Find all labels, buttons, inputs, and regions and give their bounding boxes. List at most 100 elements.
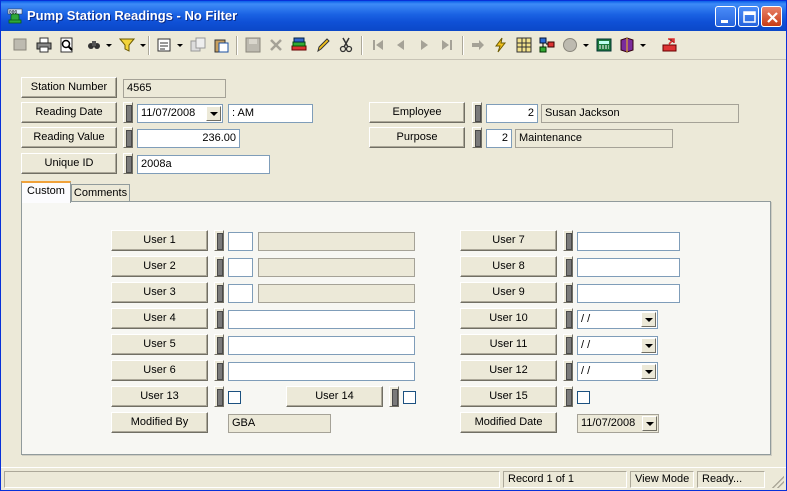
first-record-button[interactable]	[367, 35, 389, 56]
calculator-button[interactable]	[593, 35, 615, 56]
purpose-id-field[interactable]: 2	[486, 129, 512, 148]
help-button[interactable]	[616, 35, 638, 56]
user-4-field[interactable]	[228, 310, 415, 329]
filter-dropdown[interactable]	[138, 35, 147, 56]
run-button[interactable]	[490, 35, 512, 56]
title-bar[interactable]: 000 Pump Station Readings - No Filter	[1, 1, 786, 31]
chevron-down-icon[interactable]	[641, 338, 656, 353]
reading-date-button[interactable]: Reading Date	[21, 102, 117, 123]
new-record-button[interactable]	[9, 35, 31, 56]
reading-time-field[interactable]: : AM	[228, 104, 313, 123]
modified-by-button[interactable]: Modified By	[111, 412, 208, 433]
hierarchy-icon	[539, 37, 555, 53]
chevron-down-icon[interactable]	[641, 364, 656, 379]
unique-id-field[interactable]: 2008a	[137, 155, 270, 174]
user-10-date-combo[interactable]: / /	[577, 310, 658, 329]
web-dropdown[interactable]	[581, 35, 590, 56]
hierarchy-button[interactable]	[536, 35, 558, 56]
minimize-button[interactable]	[715, 6, 736, 27]
user-10-button[interactable]: User 10	[460, 308, 557, 329]
user-15-checkbox[interactable]	[577, 391, 590, 404]
save-button[interactable]	[242, 35, 264, 56]
user-8-button[interactable]: User 8	[460, 256, 557, 277]
user-13-button[interactable]: User 13	[111, 386, 208, 407]
form-icon	[157, 38, 171, 52]
user-11-button[interactable]: User 11	[460, 334, 557, 355]
copy-button[interactable]	[187, 35, 209, 56]
reading-value-field[interactable]: 236.00	[137, 129, 240, 148]
purpose-name-field: Maintenance	[515, 129, 673, 148]
field-indicator	[472, 102, 482, 123]
close-button[interactable]	[761, 6, 782, 27]
web-button[interactable]	[559, 35, 581, 56]
exit-button[interactable]	[659, 35, 681, 56]
go-to-button[interactable]	[467, 35, 489, 56]
paste-button[interactable]	[210, 35, 232, 56]
previous-record-button[interactable]	[390, 35, 412, 56]
user-2-button[interactable]: User 2	[111, 256, 208, 277]
field-indicator	[214, 308, 224, 329]
user-13-checkbox[interactable]	[228, 391, 241, 404]
edit-button[interactable]	[312, 35, 334, 56]
find-dropdown[interactable]	[104, 35, 113, 56]
employee-button[interactable]: Employee	[369, 102, 465, 123]
maximize-icon	[743, 11, 756, 23]
user-7-field[interactable]	[577, 232, 680, 251]
find-button[interactable]	[83, 35, 105, 56]
print-button[interactable]	[33, 35, 55, 56]
modified-date-button[interactable]: Modified Date	[460, 412, 557, 433]
user-7-button[interactable]: User 7	[460, 230, 557, 251]
status-bar: Record 1 of 1 View Mode Ready...	[1, 467, 786, 490]
books-button[interactable]	[288, 35, 310, 56]
form-view-button[interactable]	[153, 35, 175, 56]
user-4-button[interactable]: User 4	[111, 308, 208, 329]
field-indicator	[214, 256, 224, 277]
unique-id-button[interactable]: Unique ID	[21, 153, 117, 174]
user-14-checkbox[interactable]	[403, 391, 416, 404]
user-12-date-combo[interactable]: / /	[577, 362, 658, 381]
user-15-button[interactable]: User 15	[460, 386, 557, 407]
field-indicator	[563, 230, 573, 251]
help-dropdown[interactable]	[638, 35, 647, 56]
last-record-button[interactable]	[436, 35, 458, 56]
status-state: Ready...	[697, 471, 765, 488]
user-12-button[interactable]: User 12	[460, 360, 557, 381]
reading-value-button[interactable]: Reading Value	[21, 127, 117, 148]
user-14-button[interactable]: User 14	[286, 386, 383, 407]
user-9-field[interactable]	[577, 284, 680, 303]
user-8-field[interactable]	[577, 258, 680, 277]
copy-icon	[190, 37, 206, 52]
purpose-button[interactable]: Purpose	[369, 127, 465, 148]
user-5-field[interactable]	[228, 336, 415, 355]
field-indicator	[563, 308, 573, 329]
user-2-code-field[interactable]	[228, 258, 253, 277]
reading-date-value: 11/07/2008	[141, 107, 196, 119]
user-6-button[interactable]: User 6	[111, 360, 208, 381]
maximize-button[interactable]	[738, 6, 759, 27]
print-preview-button[interactable]	[56, 35, 78, 56]
reading-date-combo[interactable]: 11/07/2008	[137, 104, 223, 123]
user-5-button[interactable]: User 5	[111, 334, 208, 355]
chevron-down-icon[interactable]	[206, 106, 221, 121]
chevron-down-icon[interactable]	[641, 312, 656, 327]
user-11-date-combo[interactable]: / /	[577, 336, 658, 355]
cut-button[interactable]	[335, 35, 357, 56]
delete-button[interactable]	[265, 35, 287, 56]
user-3-button[interactable]: User 3	[111, 282, 208, 303]
filter-button[interactable]	[116, 35, 138, 56]
user-3-code-field[interactable]	[228, 284, 253, 303]
grid-button[interactable]	[513, 35, 535, 56]
delete-icon	[270, 39, 282, 51]
user-1-code-field[interactable]	[228, 232, 253, 251]
employee-id-field[interactable]: 2	[486, 104, 538, 123]
tab-custom[interactable]: Custom	[21, 181, 71, 203]
user-1-button[interactable]: User 1	[111, 230, 208, 251]
record-form: Station Number 4565 Reading Date 11/07/2…	[6, 66, 781, 461]
form-view-dropdown[interactable]	[175, 35, 184, 56]
next-record-button[interactable]	[413, 35, 435, 56]
user-9-button[interactable]: User 9	[460, 282, 557, 303]
user-6-field[interactable]	[228, 362, 415, 381]
next-record-icon	[421, 40, 428, 50]
station-number-button[interactable]: Station Number	[21, 77, 117, 98]
resize-grip[interactable]	[772, 476, 784, 488]
